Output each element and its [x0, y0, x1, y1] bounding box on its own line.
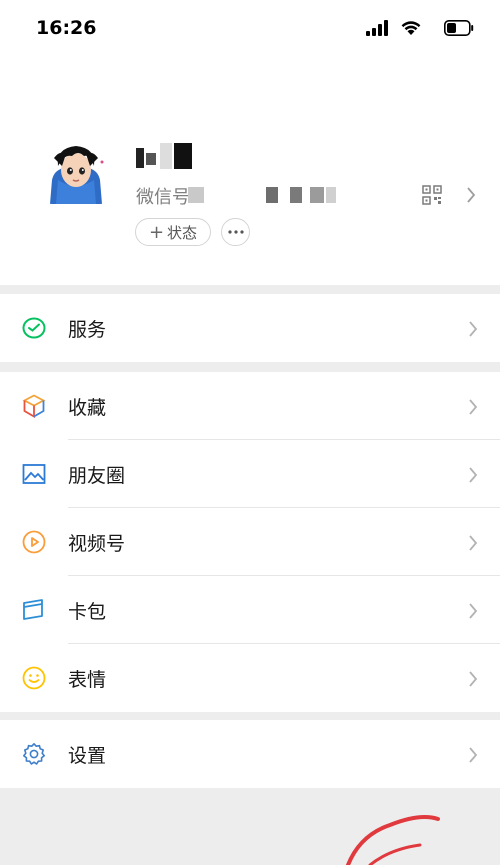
chevron-right-icon[interactable] [466, 186, 476, 204]
menu-item-label: 视频号 [68, 532, 126, 555]
chevron-right-icon [469, 535, 478, 551]
menu-group-main: 收藏 朋友圈 视频号 卡包 表情 [0, 372, 500, 712]
profile-header: 16:26 微信号 + 状态 [0, 0, 500, 285]
menu-item-label: 卡包 [68, 600, 107, 623]
more-dots-icon [227, 230, 244, 234]
nickname-obscured [136, 143, 200, 169]
menu-item-label: 设置 [68, 744, 107, 767]
qr-code-icon[interactable] [422, 185, 442, 205]
card-wallet-icon [23, 599, 43, 620]
sticker-smile-icon [22, 666, 46, 690]
menu-item-stickers[interactable]: 表情 [0, 644, 500, 712]
menu-item-label: 收藏 [68, 396, 107, 419]
menu-item-moments[interactable]: 朋友圈 [0, 440, 500, 508]
menu-item-service[interactable]: 服务 [0, 294, 500, 362]
moments-image-icon [22, 464, 46, 484]
chevron-right-icon [469, 603, 478, 619]
more-button[interactable] [221, 218, 250, 246]
menu-group-services: 服务 [0, 294, 500, 362]
menu-item-favorites[interactable]: 收藏 [0, 372, 500, 440]
status-button-label: 状态 [167, 223, 198, 242]
status-time: 16:26 [36, 17, 97, 39]
battery-icon [444, 20, 474, 36]
chevron-right-icon [469, 399, 478, 415]
annotation-scribble [346, 815, 440, 865]
menu-item-settings[interactable]: 设置 [0, 720, 500, 788]
menu-item-channels[interactable]: 视频号 [0, 508, 500, 576]
avatar[interactable] [44, 140, 108, 204]
wifi-icon [401, 21, 421, 35]
menu-item-label: 表情 [68, 668, 107, 691]
wechat-id-label: 微信号 [136, 187, 190, 208]
plus-icon: + [148, 221, 165, 243]
chevron-right-icon [469, 747, 478, 763]
menu-item-label: 服务 [68, 318, 107, 341]
add-status-button[interactable]: + 状态 [135, 218, 211, 246]
signal-icon [366, 20, 388, 36]
wechat-id-row: 微信号 [136, 183, 396, 209]
favorites-cube-icon [22, 394, 46, 418]
channels-play-icon [22, 530, 46, 554]
wechat-id-obscured [186, 187, 396, 207]
chevron-right-icon [469, 671, 478, 687]
menu-group-settings: 设置 [0, 720, 500, 788]
chevron-right-icon [469, 321, 478, 337]
menu-item-card-wallet[interactable]: 卡包 [0, 576, 500, 644]
service-icon [22, 317, 46, 339]
settings-gear-icon [23, 743, 45, 765]
menu-item-label: 朋友圈 [68, 464, 126, 487]
chevron-right-icon [469, 467, 478, 483]
